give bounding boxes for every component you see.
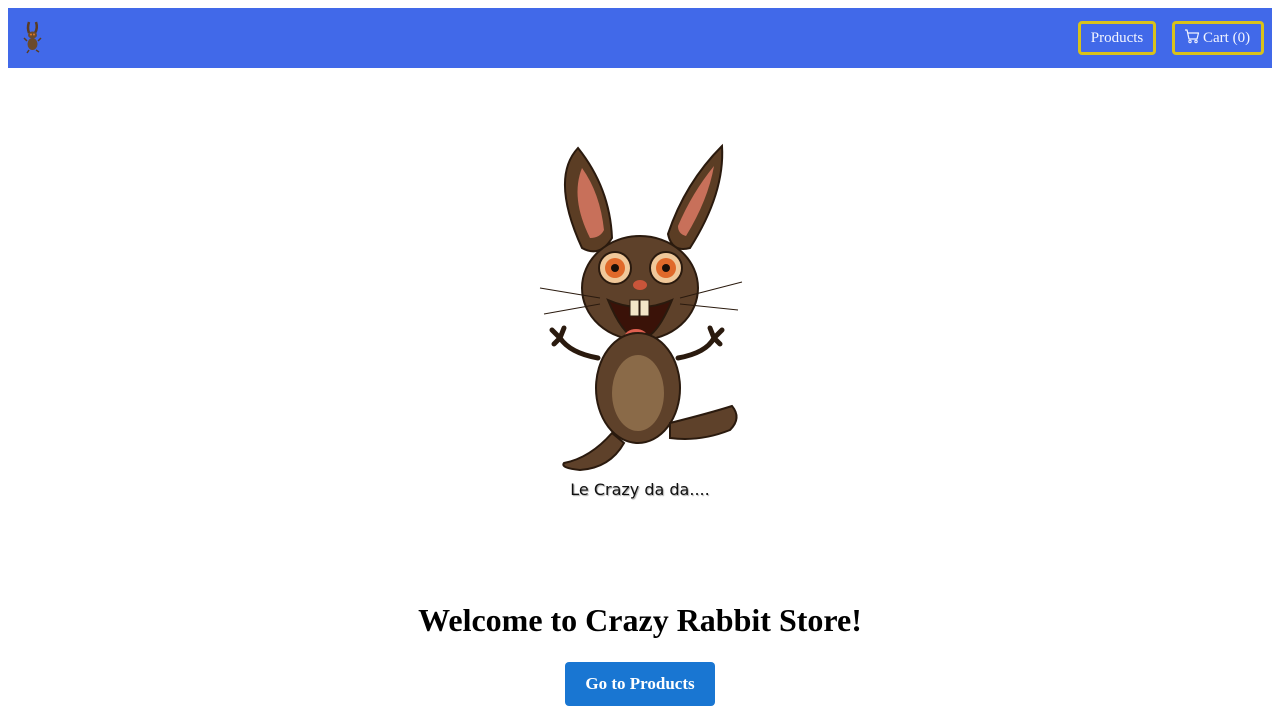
top-navigation-bar: Products Cart (0) (8, 8, 1272, 68)
go-to-products-label: Go to Products (585, 674, 695, 693)
nav-products-button[interactable]: Products (1078, 21, 1156, 55)
page: Products Cart (0) Le Crazy da da.... Wel… (0, 0, 1280, 720)
nav-cart-button[interactable]: Cart (0) (1172, 21, 1264, 55)
crazy-rabbit-illustration (520, 138, 760, 474)
go-to-products-button[interactable]: Go to Products (565, 662, 715, 706)
hero-caption: Le Crazy da da.... (570, 480, 710, 499)
welcome-title: Welcome to Crazy Rabbit Store! (418, 602, 862, 638)
shopping-cart-icon (1184, 26, 1200, 44)
rabbit-logo-icon[interactable] (22, 20, 44, 54)
nav-products-label: Products (1090, 30, 1144, 46)
nav-cart-label: Cart (0) (1203, 30, 1251, 46)
